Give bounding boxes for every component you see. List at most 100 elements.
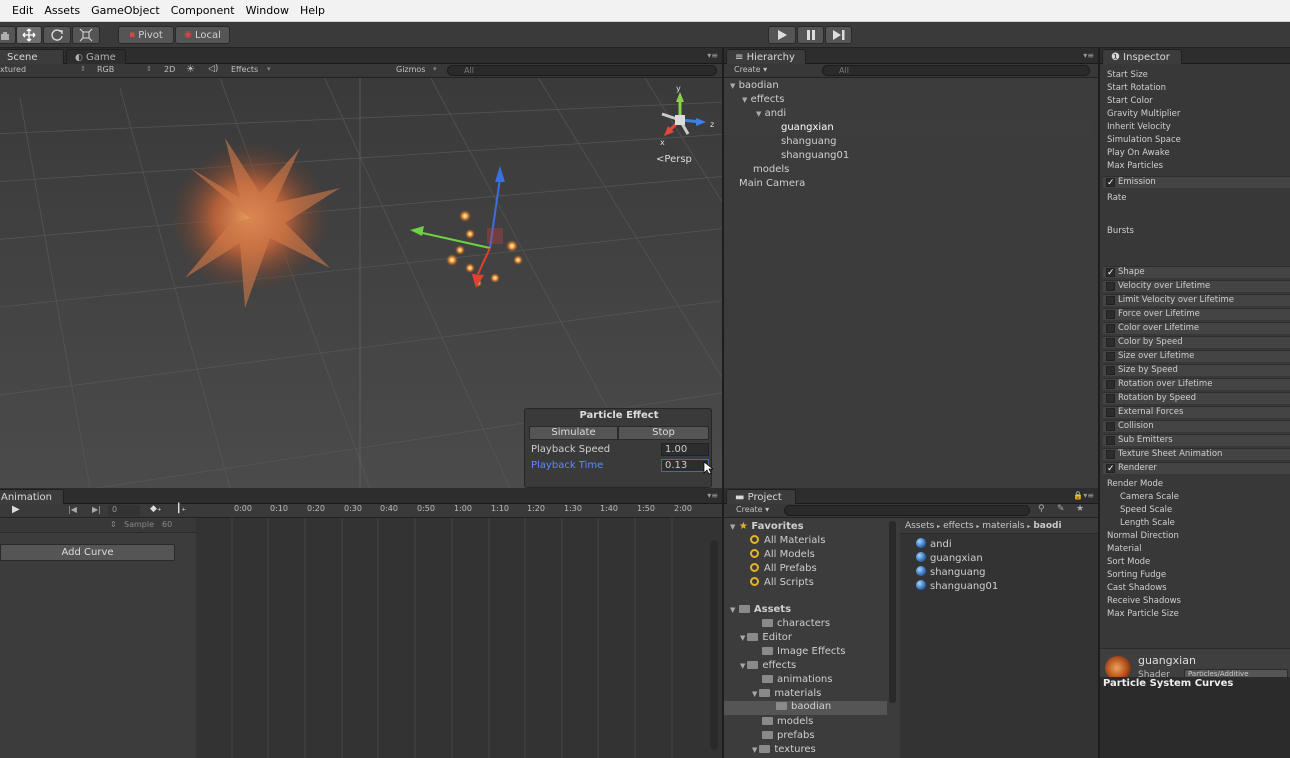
hierarchy-item-shanguang[interactable]: shanguang [724,135,1092,149]
tab-game[interactable]: ◐ Game [66,49,126,64]
tab-project[interactable]: ▬ Project [726,489,796,504]
folder-tree-scrollbar[interactable] [889,521,896,703]
module-checkbox[interactable] [1106,352,1115,361]
folder-prefabs[interactable]: prefabs [762,730,815,741]
hierarchy-item-main-camera[interactable]: Main Camera [724,177,1092,191]
tab-inspector[interactable]: ❶ Inspector [1102,49,1182,64]
menu-gameobject[interactable]: GameObject [91,4,160,17]
module-color-over-lifetime[interactable]: Color over Lifetime [1103,322,1290,334]
module-size-by-speed[interactable]: Size by Speed [1103,364,1290,376]
module-checkbox[interactable] [1106,310,1115,319]
scene-search-input[interactable]: All [447,65,717,76]
hierarchy-item-baodian[interactable]: ▼ baodian [724,79,1092,93]
favorite-star-icon[interactable]: ★ [1076,504,1084,514]
move-tool-button[interactable] [16,26,42,44]
playback-time-field[interactable]: 0.13 [661,459,709,472]
filter-type-icon[interactable]: ⚲ [1038,504,1045,514]
folder-materials[interactable]: ▼ materials [752,688,821,699]
folder-characters[interactable]: characters [762,618,830,629]
folder-image-effects[interactable]: Image Effects [762,646,846,657]
module-checkbox[interactable] [1106,282,1115,291]
folder-textures[interactable]: ▼ textures [752,744,816,755]
module-limit-velocity[interactable]: Limit Velocity over Lifetime [1103,294,1290,306]
hierarchy-item-shanguang01[interactable]: shanguang01 [724,149,1092,163]
hand-tool-button[interactable] [0,26,16,44]
filter-label-icon[interactable]: ✎ [1057,504,1065,514]
favorite-all-materials[interactable]: All Materials [750,535,825,546]
module-checkbox[interactable] [1106,394,1115,403]
hierarchy-create-button[interactable]: Create ▾ [734,65,767,74]
module-checkbox[interactable] [1106,338,1115,347]
module-checkbox[interactable] [1106,436,1115,445]
orientation-gizmo[interactable]: y z x <Persp [650,84,720,165]
hierarchy-item-guangxian[interactable]: guangxian [724,121,1092,135]
module-texture-sheet-animation[interactable]: Texture Sheet Animation [1103,448,1290,460]
playback-speed-field[interactable]: 1.00 [661,443,709,456]
tab-scene[interactable]: Scene [0,49,64,64]
add-keyframe-icon[interactable]: ◆₊ [150,504,162,514]
sample-field[interactable]: 60 [162,520,172,529]
hierarchy-item-effects[interactable]: ▼ effects [724,93,1092,107]
checkbox-checked-icon[interactable]: ✓ [1106,178,1115,188]
module-renderer[interactable]: ✓ Renderer [1103,462,1290,474]
module-rotation-over-lifetime[interactable]: Rotation over Lifetime [1103,378,1290,390]
hierarchy-item-models[interactable]: models [724,163,1092,177]
folder-editor[interactable]: ▼ Editor [740,632,792,643]
tab-hierarchy[interactable]: ≡ Hierarchy [726,49,806,64]
scene-viewport[interactable]: y z x <Persp Particle Effect Simulate St… [0,78,722,488]
2d-toggle[interactable]: 2D [164,65,175,74]
project-menu-icon[interactable]: 🔒▾≡ [1073,491,1094,500]
add-curve-button[interactable]: Add Curve [0,544,175,561]
anim-frame-field[interactable]: 0 [108,505,140,516]
module-checkbox[interactable] [1106,408,1115,417]
favorite-all-models[interactable]: All Models [750,549,815,560]
file-andi[interactable]: andi [916,538,952,550]
project-create-button[interactable]: Create ▾ [736,505,769,514]
hierarchy-item-andi[interactable]: ▼ andi [724,107,1092,121]
effects-dropdown[interactable]: Effects [231,65,258,74]
module-force-over-lifetime[interactable]: Force over Lifetime [1103,308,1290,320]
module-checkbox[interactable] [1106,324,1115,333]
folder-baodian[interactable]: baodian [724,701,887,715]
module-collision[interactable]: Collision [1103,420,1290,432]
menu-help[interactable]: Help [300,4,325,17]
module-rotation-by-speed[interactable]: Rotation by Speed [1103,392,1290,404]
menu-edit[interactable]: Edit [12,4,33,17]
favorite-all-prefabs[interactable]: All Prefabs [750,563,817,574]
anim-prev-key-icon[interactable]: |◀ [68,505,77,514]
anim-play-icon[interactable]: ▶ [12,504,20,515]
gizmos-dropdown[interactable]: Gizmos [396,65,425,74]
favorite-all-scripts[interactable]: All Scripts [750,577,814,588]
menu-window[interactable]: Window [246,4,289,17]
anim-next-key-icon[interactable]: ▶| [92,505,101,514]
module-checkbox[interactable] [1106,366,1115,375]
favorites-header[interactable]: ▼ ★ Favorites [730,521,804,532]
menu-assets[interactable]: Assets [44,4,80,17]
persp-label[interactable]: <Persp [656,154,692,165]
animation-menu-icon[interactable]: ▾≡ [707,491,718,500]
step-button[interactable] [825,26,852,44]
hierarchy-search-input[interactable]: All [822,65,1090,76]
animation-timeline[interactable]: 0:00 0:10 0:20 0:30 0:40 0:50 1:00 1:10 … [196,504,722,758]
panel-menu-icon[interactable]: ▾≡ [707,51,718,60]
rotate-tool-button[interactable] [43,26,71,44]
menu-component[interactable]: Component [171,4,235,17]
pause-button[interactable] [797,26,824,44]
audio-icon[interactable]: ◁) [208,64,218,74]
folder-animations[interactable]: animations [762,674,832,685]
assets-header[interactable]: ▼ Assets [730,604,791,615]
pivot-toggle[interactable]: ▪ Pivot [118,26,174,44]
breadcrumb-materials[interactable]: materials [982,521,1024,531]
module-checkbox[interactable]: ✓ [1106,268,1115,278]
folder-effects[interactable]: ▼ effects [740,660,796,671]
render-mode-dropdown[interactable]: RGB [97,65,114,74]
module-color-by-speed[interactable]: Color by Speed [1103,336,1290,348]
module-emission[interactable]: ✓ Emission [1103,176,1290,188]
file-guangxian[interactable]: guangxian [916,552,983,564]
play-button[interactable] [768,26,796,44]
module-shape[interactable]: ✓ Shape [1103,266,1290,278]
file-shanguang[interactable]: shanguang [916,566,986,578]
breadcrumb-baodian[interactable]: baodi [1033,521,1061,531]
project-search-input[interactable] [784,505,1030,516]
tab-animation[interactable]: Animation [0,489,64,504]
